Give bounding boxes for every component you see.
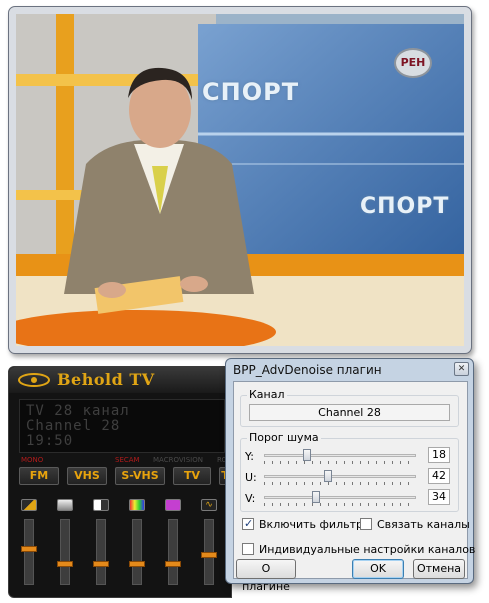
color-bars-icon [129, 499, 145, 511]
tv-video-frame[interactable]: СПОРТ СПОРТ РЕН [16, 14, 464, 346]
dialog-body: Канал Channel 28 Порог шума Y: 18 U: 42 … [233, 381, 475, 593]
status-mono: MONO [21, 456, 44, 464]
promo-text-sport-top: СПОРТ [202, 78, 300, 106]
lcd-line-time: 19:50 [26, 433, 74, 449]
panel-header[interactable]: Behold TV [9, 367, 231, 393]
slider-track-brightness[interactable] [21, 519, 37, 585]
video-adjust-sliders: ∿ [19, 495, 229, 595]
slider-thumb[interactable] [57, 561, 73, 567]
dialog-title: BPP_AdvDenoise плагин [233, 363, 382, 377]
v-channel-label: V: [245, 492, 256, 505]
tv-video-window[interactable]: СПОРТ СПОРТ РЕН [8, 6, 472, 354]
slider-track-gamma[interactable] [93, 519, 109, 585]
per-channel-settings-checkbox[interactable]: Индивидуальные настройки каналов [242, 543, 475, 557]
u-channel-label: U: [245, 471, 257, 484]
status-macrovision: MACROVISION [153, 456, 203, 464]
per-channel-settings-label: Индивидуальные настройки каналов [259, 543, 476, 556]
enable-filter-label: Включить фильтр [259, 518, 363, 531]
volume-wave-icon: ∿ [201, 499, 217, 511]
y-channel-label: Y: [245, 450, 254, 463]
status-secam: SECAM [115, 456, 140, 464]
slider-thumb[interactable] [21, 546, 37, 552]
cancel-button[interactable]: Отмена [413, 559, 465, 579]
brightness-icon [21, 499, 37, 511]
slider-thumb[interactable] [93, 561, 109, 567]
link-channels-label: Связать каналы [377, 518, 470, 531]
v-value-field[interactable]: 34 [428, 489, 450, 505]
behold-eye-logo-icon [18, 373, 50, 387]
promo-text-sport-bottom: СПОРТ [360, 194, 450, 219]
slider-thumb[interactable] [201, 552, 217, 558]
lcd-line-name: Channel 28 [26, 418, 121, 434]
v-threshold-slider[interactable] [264, 491, 416, 506]
u-threshold-slider[interactable] [264, 470, 416, 485]
u-value-field[interactable]: 42 [428, 468, 450, 484]
slider-track-saturation[interactable] [129, 519, 145, 585]
y-slider-thumb[interactable] [302, 449, 311, 461]
enable-filter-checkbox[interactable]: ✓ Включить фильтр [242, 517, 363, 532]
lcd-display: TV 28 канал Channel 28 19:50 [19, 399, 225, 453]
link-channels-checkbox[interactable]: Связать каналы [360, 518, 470, 532]
y-value-field[interactable]: 18 [428, 447, 450, 463]
channel-name-field: Channel 28 [249, 404, 450, 421]
slider-thumb[interactable] [165, 561, 181, 567]
contrast-icon [57, 499, 73, 511]
hue-icon [165, 499, 181, 511]
mode-button-tv[interactable]: TV [173, 467, 211, 485]
u-slider-thumb[interactable] [323, 470, 332, 482]
v-slider-thumb[interactable] [311, 491, 320, 503]
mode-button-svhs[interactable]: S-VHS [115, 467, 165, 485]
link-channels-box[interactable] [360, 518, 372, 530]
about-plugin-button[interactable]: О плагине [236, 559, 296, 593]
gamma-icon [93, 499, 109, 511]
slider-track-volume[interactable] [201, 519, 217, 585]
status-indicators: MONO SECAM MACROVISION RC [19, 455, 226, 465]
ok-button[interactable]: OK [352, 559, 404, 579]
channel-group-label: Канал [247, 388, 287, 401]
checkmark-icon: ✓ [244, 517, 254, 530]
mode-button-vhs[interactable]: VHS [67, 467, 107, 485]
slider-track-contrast[interactable] [57, 519, 73, 585]
y-threshold-slider[interactable] [264, 449, 416, 464]
noise-threshold-group: Порог шума Y: 18 U: 42 V: 34 [240, 431, 459, 512]
close-icon[interactable]: ✕ [454, 362, 469, 376]
mode-button-fm[interactable]: FM [19, 467, 59, 485]
channel-group: Канал Channel 28 [240, 388, 459, 427]
per-channel-settings-box[interactable] [242, 543, 254, 555]
behold-tv-panel: Behold TV TV 28 канал Channel 28 19:50 M… [8, 366, 232, 598]
slider-thumb[interactable] [129, 561, 145, 567]
lcd-line-channel: TV 28 канал [26, 403, 130, 419]
channel-logo: РЕН [394, 48, 432, 78]
slider-track-hue[interactable] [165, 519, 181, 585]
denoise-plugin-dialog: BPP_AdvDenoise плагин ✕ Канал Channel 28… [225, 358, 475, 593]
noise-threshold-label: Порог шума [247, 431, 321, 444]
brand-title: Behold TV [57, 370, 155, 389]
enable-filter-box[interactable]: ✓ [242, 517, 254, 530]
